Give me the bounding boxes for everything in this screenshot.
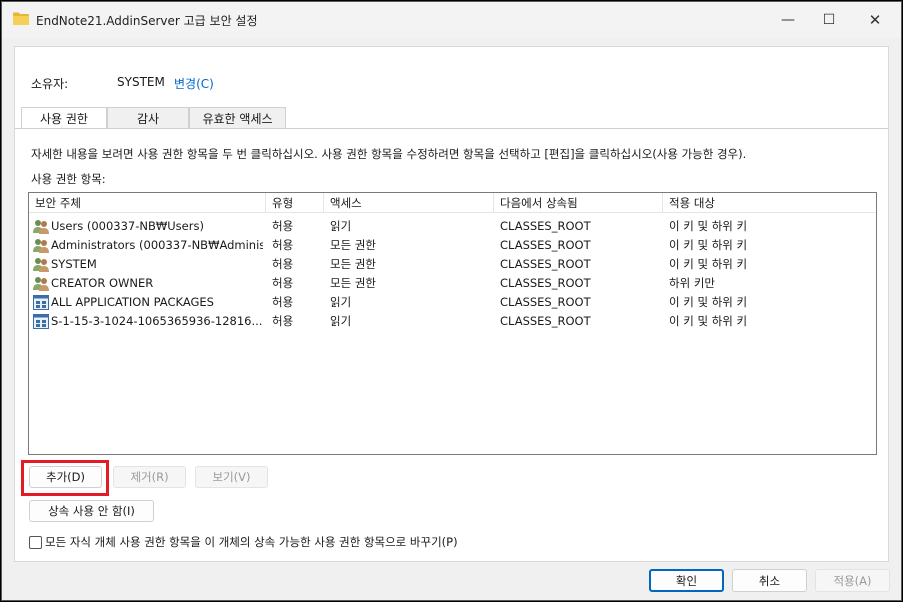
replace-child-permissions-label[interactable]: 모든 자식 개체 사용 권한 항목을 이 개체의 상속 가능한 사용 권한 항목… [45,534,458,550]
cancel-button[interactable]: 취소 [732,569,807,592]
principal-cell: Users (000337-NB₩Users) [51,219,204,233]
instructions-text: 자세한 내용을 보려면 사용 권한 항목을 두 번 클릭하십시오. 사용 권한 … [31,147,747,161]
applies-cell: 이 키 및 하위 키 [669,314,748,328]
principal-cell: SYSTEM [51,257,97,271]
user-group-icon [33,220,49,234]
table-row[interactable]: ALL APPLICATION PACKAGES 허용 읽기 CLASSES_R… [29,293,876,312]
user-group-icon [33,258,49,272]
principal-cell: CREATOR OWNER [51,276,154,290]
principal-cell: S-1-15-3-1024-1065365936-12816... [51,314,263,328]
list-header: 보안 주체 유형 액세스 다음에서 상속됨 적용 대상 [29,193,876,213]
apply-button[interactable]: 적용(A) [815,569,890,592]
highlight-box [21,460,109,496]
tab-permissions[interactable]: 사용 권한 [21,107,107,129]
permission-entries-label: 사용 권한 항목: [31,172,106,186]
access-cell: 모든 권한 [330,276,376,290]
table-row[interactable]: Administrators (000337-NB₩Adminis... 허용 … [29,236,876,255]
column-header-inherited-from[interactable]: 다음에서 상속됨 [494,193,663,213]
type-cell: 허용 [272,276,294,290]
table-row[interactable]: Users (000337-NB₩Users) 허용 읽기 CLASSES_RO… [29,217,876,236]
close-button[interactable]: ✕ [860,6,890,34]
remove-button[interactable]: 제거(R) [113,466,186,488]
table-row[interactable]: CREATOR OWNER 허용 모든 권한 CLASSES_ROOT 하위 키… [29,274,876,293]
inherited-cell: CLASSES_ROOT [500,314,591,328]
app-package-icon [33,295,49,310]
app-package-icon [33,314,49,329]
access-cell: 모든 권한 [330,257,376,271]
access-cell: 읽기 [330,219,352,233]
change-owner-link[interactable]: 변경(C) [174,75,214,92]
inherited-cell: CLASSES_ROOT [500,257,591,271]
user-group-icon [33,239,49,253]
tab-effective-access[interactable]: 유효한 액세스 [189,107,286,128]
column-header-access[interactable]: 액세스 [324,193,494,213]
type-cell: 허용 [272,257,294,271]
replace-child-permissions-checkbox[interactable] [29,536,42,549]
access-cell: 읽기 [330,314,352,328]
column-header-applies-to[interactable]: 적용 대상 [663,193,876,213]
applies-cell: 이 키 및 하위 키 [669,295,748,309]
applies-cell: 이 키 및 하위 키 [669,238,748,252]
window-title: EndNote21.AddinServer 고급 보안 설정 [36,14,258,28]
minimize-button[interactable]: — [773,6,803,34]
folder-icon [13,12,29,25]
advanced-security-window: EndNote21.AddinServer 고급 보안 설정 — ☐ ✕ 소유자… [1,1,902,601]
applies-cell: 이 키 및 하위 키 [669,257,748,271]
applies-cell: 하위 키만 [669,276,715,290]
table-row[interactable]: SYSTEM 허용 모든 권한 CLASSES_ROOT 이 키 및 하위 키 [29,255,876,274]
type-cell: 허용 [272,295,294,309]
column-header-principal[interactable]: 보안 주체 [29,193,266,213]
inherited-cell: CLASSES_ROOT [500,276,591,290]
ok-button[interactable]: 확인 [649,569,724,592]
view-button[interactable]: 보기(V) [195,466,268,488]
inherited-cell: CLASSES_ROOT [500,219,591,233]
type-cell: 허용 [272,314,294,328]
tab-auditing[interactable]: 감사 [107,107,189,128]
type-cell: 허용 [272,219,294,233]
disable-inheritance-button[interactable]: 상속 사용 안 함(I) [29,500,154,522]
access-cell: 모든 권한 [330,238,376,252]
type-cell: 허용 [272,238,294,252]
tab-divider [15,128,888,129]
applies-cell: 이 키 및 하위 키 [669,219,748,233]
principal-cell: Administrators (000337-NB₩Adminis... [51,238,263,252]
access-cell: 읽기 [330,295,352,309]
column-header-type[interactable]: 유형 [266,193,324,213]
inherited-cell: CLASSES_ROOT [500,238,591,252]
maximize-button[interactable]: ☐ [814,6,844,34]
inherited-cell: CLASSES_ROOT [500,295,591,309]
user-group-icon [33,277,49,291]
permission-entries-list[interactable]: 보안 주체 유형 액세스 다음에서 상속됨 적용 대상 Users (00033… [28,192,877,455]
owner-label: 소유자: [31,77,69,91]
owner-value: SYSTEM [117,75,165,89]
principal-cell: ALL APPLICATION PACKAGES [51,295,214,309]
table-row[interactable]: S-1-15-3-1024-1065365936-12816... 허용 읽기 … [29,312,876,331]
title-bar[interactable]: EndNote21.AddinServer 고급 보안 설정 — ☐ ✕ [2,2,901,38]
